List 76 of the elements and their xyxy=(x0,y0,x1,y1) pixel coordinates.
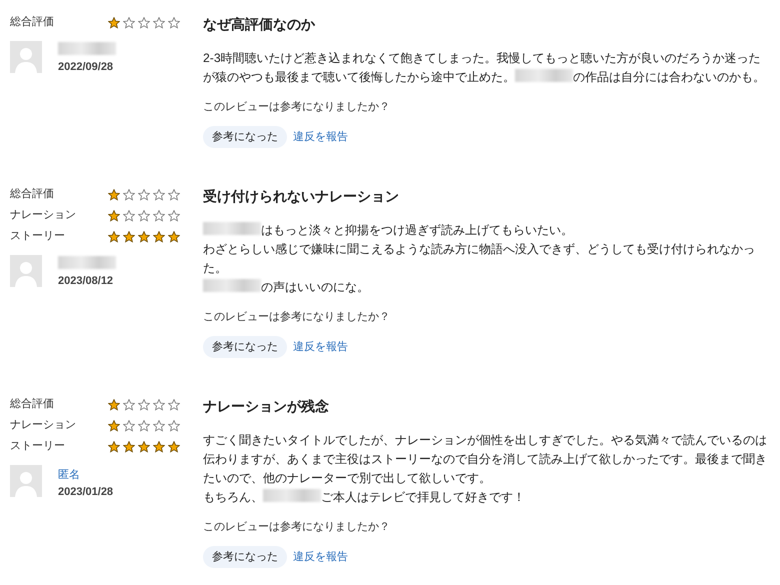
filled-star-icon xyxy=(108,230,120,242)
empty-star-icon xyxy=(138,398,150,410)
filled-star-icon xyxy=(123,230,135,242)
filled-star-icon xyxy=(138,230,150,242)
filled-star-icon xyxy=(108,16,120,28)
empty-star-icon xyxy=(123,420,135,432)
filled-star-icon xyxy=(153,230,165,242)
filled-star-icon xyxy=(108,420,120,432)
filled-star-icon xyxy=(168,230,180,242)
blurred-name xyxy=(58,42,116,55)
review-text: 2-3時間聴いたけど惹き込まれなくて飽きてしまった。我慢してもっと聴いた方が良いのだろうか迷った xyxy=(203,51,761,65)
review-title: なぜ高評価なのか xyxy=(203,15,316,34)
empty-star-icon xyxy=(153,420,165,432)
review-text: が猿のやつも最後まで聴いて後悔したから途中で止めた。 xyxy=(203,70,515,84)
helpful-question: このレビューは参考になりましたか？ xyxy=(203,520,391,535)
filled-star-icon xyxy=(108,188,120,200)
review-text: すごく聞きたいタイトルでしたが、ナレーションが個性を出しすぎでした。やる気満々で読んでいるのは伝わりますが、あくまで主役はストーリーなので自分を消して読み上げて欲しかったです。最後まで聞きたいので、他のナレーターで別で出して欲しいです。 xyxy=(203,433,767,485)
report-link[interactable]: 違反を報告 xyxy=(293,550,348,562)
empty-star-icon xyxy=(168,188,180,200)
reviewer-link[interactable]: 匿名 xyxy=(58,469,80,481)
rating-label: ストーリー xyxy=(10,229,66,244)
review-date: 2022/09/28 xyxy=(58,60,114,75)
review-text: もちろん、 xyxy=(203,490,263,504)
blurred-name xyxy=(58,256,116,269)
avatar-icon xyxy=(10,465,42,497)
review-title: ナレーションが残念 xyxy=(203,397,330,416)
empty-star-icon xyxy=(153,16,165,28)
report-link[interactable]: 違反を報告 xyxy=(293,130,348,142)
filled-star-icon xyxy=(138,440,150,452)
review-date: 2023/01/28 xyxy=(58,484,114,500)
review-text: ご本人はテレビで拝見して好きです！ xyxy=(321,490,525,504)
helpful-question: このレビューは参考になりましたか？ xyxy=(203,100,391,115)
filled-star-icon xyxy=(168,440,180,452)
blurred-name xyxy=(515,69,573,82)
rating-label: 総合評価 xyxy=(10,15,55,30)
empty-star-icon xyxy=(168,398,180,410)
review-text: の声はいいのにな。 xyxy=(261,280,369,294)
avatar-icon xyxy=(10,255,42,287)
empty-star-icon xyxy=(123,398,135,410)
empty-star-icon xyxy=(138,16,150,28)
filled-star-icon xyxy=(108,440,120,452)
rating-label: ナレーション xyxy=(10,418,77,434)
empty-star-icon xyxy=(153,210,165,222)
filled-star-icon xyxy=(123,440,135,452)
helpful-question: このレビューは参考になりましたか？ xyxy=(203,310,391,325)
empty-star-icon xyxy=(168,210,180,222)
empty-star-icon xyxy=(138,188,150,200)
rating-label: ストーリー xyxy=(10,439,66,454)
review-title: 受け付けられないナレーション xyxy=(203,187,400,206)
review-text: はもっと淡々と抑揚をつけ過ぎず読み上げてもらいたい。 xyxy=(261,223,573,237)
rating-label: 総合評価 xyxy=(10,187,55,202)
rating-label: ナレーション xyxy=(10,208,77,224)
helpful-button[interactable]: 参考になった xyxy=(203,126,287,148)
review-date: 2023/08/12 xyxy=(58,274,114,289)
empty-star-icon xyxy=(123,210,135,222)
blurred-name xyxy=(203,222,261,235)
avatar-icon xyxy=(10,41,42,73)
report-link[interactable]: 違反を報告 xyxy=(293,340,348,352)
empty-star-icon xyxy=(123,16,135,28)
empty-star-icon xyxy=(138,420,150,432)
helpful-button[interactable]: 参考になった xyxy=(203,546,287,568)
review-text: の作品は自分には合わないのかも。 xyxy=(573,70,765,84)
empty-star-icon xyxy=(168,420,180,432)
empty-star-icon xyxy=(153,398,165,410)
empty-star-icon xyxy=(168,16,180,28)
helpful-button[interactable]: 参考になった xyxy=(203,336,287,358)
rating-label: 総合評価 xyxy=(10,397,55,412)
review-text: わざとらしい感じで嫌味に聞こえるような読み方に物語へ没入できず、どうしても受け付けられなかった。 xyxy=(203,242,755,275)
filled-star-icon xyxy=(108,210,120,222)
empty-star-icon xyxy=(153,188,165,200)
blurred-name xyxy=(203,279,261,292)
empty-star-icon xyxy=(138,210,150,222)
filled-star-icon xyxy=(108,398,120,410)
empty-star-icon xyxy=(123,188,135,200)
filled-star-icon xyxy=(153,440,165,452)
blurred-name xyxy=(263,489,321,502)
